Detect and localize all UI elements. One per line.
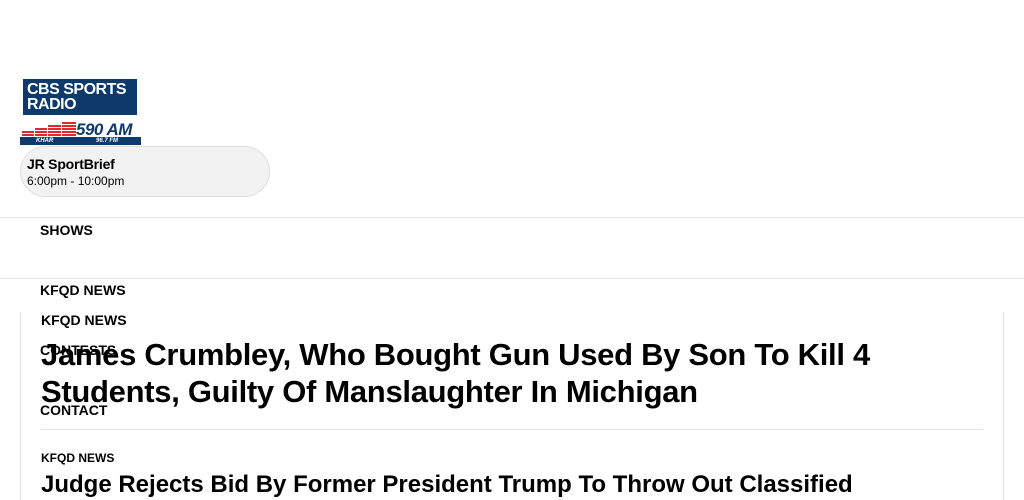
now-playing-show: JR SportBrief [27, 156, 115, 172]
logo-line2: RADIO [27, 96, 77, 113]
logo-line1: CBS SPORTS [27, 81, 127, 98]
logo-strip: KHAR 96.7 FM [20, 137, 141, 145]
feature-headline[interactable]: James Crumbley, Who Bought Gun Used By S… [41, 336, 941, 410]
nav-item-contact[interactable]: CONTACT [40, 402, 107, 418]
logo-frequency-block: 590 AM KHAR 96.7 FM [20, 119, 141, 146]
next-item-section-label[interactable]: KFQD NEWS [41, 451, 114, 465]
logo-callsign: KHAR [36, 138, 54, 144]
page: CBS SPORTS RADIO 590 AM KHAR 96.7 FM JR … [0, 0, 1024, 500]
station-logo[interactable]: CBS SPORTS RADIO 590 AM KHAR 96.7 FM [20, 79, 141, 147]
feature-section-label[interactable]: KFQD NEWS [41, 312, 127, 328]
logo-cbs-block: CBS SPORTS RADIO [23, 79, 137, 115]
now-playing-pill[interactable]: JR SportBrief 6:00pm - 10:00pm [20, 146, 270, 197]
now-playing-time: 6:00pm - 10:00pm [27, 174, 125, 188]
card-divider [41, 429, 983, 430]
nav-divider [0, 278, 1024, 279]
logo-fm: 96.7 FM [96, 138, 119, 144]
nav-item-kfqd-news[interactable]: KFQD NEWS [40, 282, 126, 298]
signal-bars-icon [22, 122, 76, 136]
header-divider [0, 217, 1024, 218]
nav-item-contests[interactable]: CONTESTS [40, 342, 116, 358]
next-item-headline[interactable]: Judge Rejects Bid By Former President Tr… [41, 470, 961, 500]
nav-item-shows[interactable]: SHOWS [40, 222, 93, 238]
